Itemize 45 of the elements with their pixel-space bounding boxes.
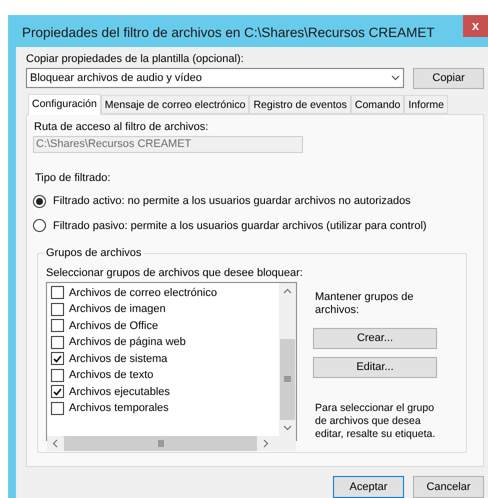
file-group-item[interactable]: Archivos de correo electrónico xyxy=(51,284,279,301)
file-group-item[interactable]: Archivos de imagen xyxy=(51,301,279,318)
path-label: Ruta de acceso al filtro de archivos: xyxy=(34,120,210,135)
radio-label: Filtrado pasivo: permite a los usuarios guardar archivos (utilizar para control) xyxy=(53,218,427,234)
file-group-item[interactable]: Archivos temporales xyxy=(51,400,279,416)
checkbox[interactable] xyxy=(51,336,64,349)
dialog-button[interactable]: Aceptar xyxy=(333,476,404,498)
hint-text: Para seleccionar el grupo de archivos que desea editar, resalte su etiqueta. xyxy=(314,402,436,440)
checkbox[interactable] xyxy=(51,352,64,366)
radio-button[interactable] xyxy=(33,219,46,232)
template-dropdown[interactable]: Bloquear archivos de audio y vídeo xyxy=(26,68,404,88)
checkbox[interactable] xyxy=(51,368,64,382)
dialog-button[interactable]: Editar... xyxy=(313,356,437,378)
tab[interactable]: Configuración xyxy=(28,94,101,115)
checkbox[interactable] xyxy=(51,302,64,316)
tab[interactable]: Informe xyxy=(404,95,448,114)
file-group-item[interactable]: Archivos ejecutables xyxy=(51,384,279,400)
chevron-down-icon xyxy=(391,75,400,81)
horizontal-scrollbar[interactable] xyxy=(47,436,296,450)
file-group-item[interactable]: Archivos de Office xyxy=(51,318,279,334)
close-button[interactable]: x xyxy=(463,15,488,37)
vertical-scrollbar[interactable] xyxy=(279,282,296,436)
scroll-thumb[interactable] xyxy=(64,436,257,450)
checkbox[interactable] xyxy=(51,385,64,398)
filter-type-label: Tipo de filtrado: xyxy=(35,170,112,186)
file-group-item[interactable]: Archivos de texto xyxy=(51,367,279,384)
select-groups-label: Seleccionar grupos de archivos que desee bloquear: xyxy=(46,266,304,281)
template-label: Copiar propiedades de la plantilla (opcional): xyxy=(26,52,245,66)
dialog-button[interactable]: Crear... xyxy=(313,328,437,348)
radio-button[interactable] xyxy=(33,194,46,208)
dialog-button[interactable]: Cancelar xyxy=(413,476,484,498)
tab[interactable]: Comando xyxy=(350,95,404,114)
checkbox[interactable] xyxy=(51,402,64,415)
scroll-thumb[interactable] xyxy=(280,338,295,420)
window-title: Propiedades del filtro de archivos en C:\Shares\Recursos CREAMET xyxy=(22,24,435,42)
file-group-item[interactable]: Archivos de página web xyxy=(51,334,279,350)
file-group-item[interactable]: Archivos de sistema xyxy=(51,350,279,367)
tab[interactable]: Mensaje de correo electrónico xyxy=(100,95,250,114)
checkbox[interactable] xyxy=(51,286,64,300)
maintain-groups-label: Mantener grupos de archivos: xyxy=(314,290,414,316)
dialog-button[interactable]: Copiar xyxy=(413,68,484,89)
radio-label: Filtrado activo: no permite a los usuarios guardar archivos no autorizados xyxy=(53,194,411,209)
checkbox[interactable] xyxy=(51,319,64,332)
tab[interactable]: Registro de eventos xyxy=(249,95,351,114)
group-box-title: Grupos de archivos xyxy=(44,246,144,260)
